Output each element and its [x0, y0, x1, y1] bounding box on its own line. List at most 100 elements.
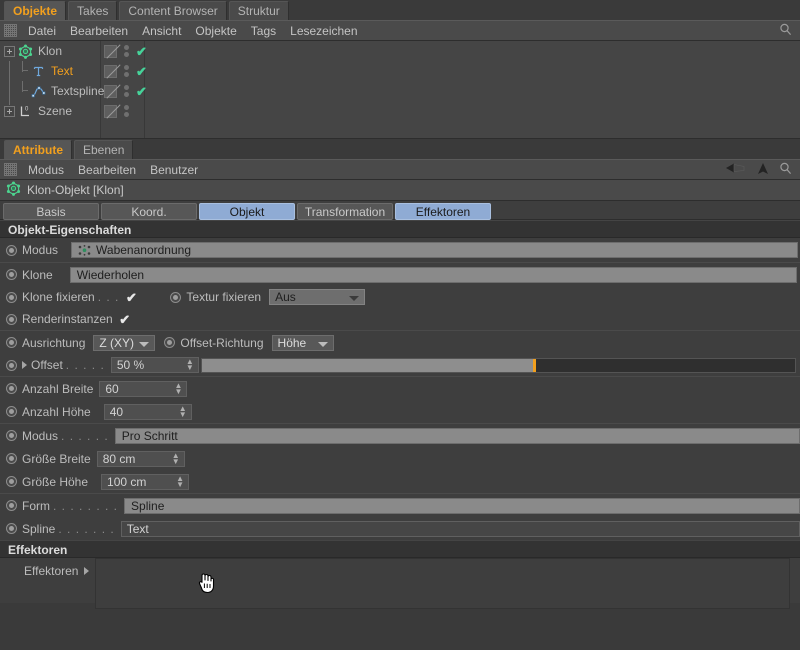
tab-objekt[interactable]: Objekt: [199, 203, 295, 220]
radio-form[interactable]: [6, 500, 17, 511]
slider-handle[interactable]: [532, 358, 536, 372]
tree-row-textspline[interactable]: Textspline ✔: [0, 81, 800, 101]
radio-textur-fixieren[interactable]: [170, 291, 182, 303]
stepper-anzahl-breite[interactable]: ▲ ▼: [174, 381, 182, 395]
radio-offset[interactable]: [6, 359, 17, 371]
expand-arrow-icon[interactable]: [22, 361, 27, 369]
tag-cells-textspline[interactable]: ✔: [104, 81, 147, 101]
menu-modus[interactable]: Modus: [21, 160, 71, 180]
chevron-down-icon: [317, 341, 328, 347]
field-anzahl-breite[interactable]: 60 ▲ ▼: [99, 380, 188, 397]
tab-attribute[interactable]: Attribute: [4, 140, 72, 159]
radio-modus2[interactable]: [6, 430, 17, 441]
row-groesse-breite: Größe Breite 80 cm ▲ ▼: [0, 447, 800, 470]
visibility-dots-icon[interactable]: [124, 85, 129, 97]
field-klone[interactable]: Wiederholen: [69, 266, 797, 283]
expand-toggle-szene[interactable]: [4, 105, 15, 117]
radio-klone-fixieren[interactable]: [6, 291, 17, 303]
field-modus[interactable]: Wabenanordnung: [71, 242, 799, 258]
grip-handle-icon[interactable]: [4, 163, 17, 176]
stepper-anzahl-hoehe[interactable]: ▲ ▼: [179, 404, 187, 418]
grip-handle-icon[interactable]: [4, 24, 17, 37]
dropdown-ausrichtung[interactable]: Z (XY): [93, 334, 156, 351]
value-anzahl-breite: 60: [105, 381, 119, 396]
dropdown-textur-fixieren[interactable]: Aus: [269, 289, 366, 305]
attribute-manager-menubar: Modus Bearbeiten Benutzer: [0, 159, 800, 180]
visibility-dots-icon[interactable]: [124, 45, 129, 57]
radio-ausrichtung[interactable]: [6, 337, 17, 348]
object-tree[interactable]: Klon ✔ Text ✔ Textspline ✔ 0 Szene: [0, 41, 800, 139]
display-tag-icon[interactable]: [104, 44, 117, 58]
visibility-dots-icon[interactable]: [124, 105, 129, 117]
tab-effektoren[interactable]: Effektoren: [395, 203, 491, 220]
enable-check-icon[interactable]: ✔: [136, 45, 147, 58]
menu-ansicht[interactable]: Ansicht: [135, 21, 188, 41]
menu-lesezeichen[interactable]: Lesezeichen: [283, 21, 364, 41]
menu-objekte[interactable]: Objekte: [188, 21, 243, 41]
tree-row-klon[interactable]: Klon ✔: [0, 41, 800, 61]
radio-modus[interactable]: [6, 244, 17, 256]
radio-offset-richtung[interactable]: [164, 337, 176, 348]
display-tag-icon[interactable]: [104, 64, 117, 78]
row-anzahl-hoehe: Anzahl Höhe 40 ▲ ▼: [0, 400, 800, 423]
field-groesse-hoehe[interactable]: 100 cm ▲ ▼: [101, 473, 190, 490]
tree-row-text[interactable]: Text ✔: [0, 61, 800, 81]
tree-row-szene[interactable]: 0 Szene: [0, 101, 800, 121]
tag-cells-text[interactable]: ✔: [104, 61, 147, 81]
field-spline[interactable]: Text: [120, 520, 800, 537]
stepper-groesse-hoehe[interactable]: ▲ ▼: [176, 474, 184, 488]
checkbox-renderinstanzen[interactable]: ✔: [119, 313, 131, 326]
expand-toggle-klon[interactable]: [4, 45, 15, 57]
tab-content-browser[interactable]: Content Browser: [119, 1, 227, 20]
menu-benutzer[interactable]: Benutzer: [143, 160, 205, 180]
display-tag-icon[interactable]: [104, 104, 117, 118]
menu-bearbeiten[interactable]: Bearbeiten: [71, 160, 143, 180]
radio-anzahl-hoehe[interactable]: [6, 406, 17, 417]
stepper-groesse-breite[interactable]: ▲ ▼: [172, 451, 180, 465]
label-renderinstanzen: Renderinstanzen: [22, 312, 113, 326]
enable-check-icon[interactable]: ✔: [136, 65, 147, 78]
tab-takes[interactable]: Takes: [68, 1, 118, 20]
radio-anzahl-breite[interactable]: [6, 383, 17, 394]
back-arrow-icon[interactable]: [725, 162, 747, 178]
tab-transformation[interactable]: Transformation: [297, 203, 393, 220]
radio-groesse-hoehe[interactable]: [6, 476, 17, 487]
stepper-offset[interactable]: ▲ ▼: [186, 358, 194, 372]
tag-cells-szene[interactable]: [104, 101, 129, 121]
display-tag-icon[interactable]: [104, 84, 117, 98]
radio-renderinstanzen[interactable]: [6, 313, 17, 325]
field-groesse-breite[interactable]: 80 cm ▲ ▼: [96, 450, 185, 467]
menu-datei[interactable]: Datei: [21, 21, 63, 41]
tab-struktur[interactable]: Struktur: [228, 1, 289, 20]
tab-koord[interactable]: Koord.: [101, 203, 197, 220]
radio-spline[interactable]: [6, 523, 17, 534]
field-modus2[interactable]: Pro Schritt: [114, 427, 800, 444]
field-form[interactable]: Spline: [124, 497, 800, 514]
visibility-dots-icon[interactable]: [124, 65, 129, 77]
row-ausrichtung: Ausrichtung Z (XY) Offset-Richtung Höhe: [0, 331, 800, 354]
label-anzahl-breite: Anzahl Breite: [22, 381, 94, 396]
section-effektoren: Effektoren: [0, 540, 800, 558]
radio-klone[interactable]: [6, 269, 17, 280]
enable-check-icon[interactable]: ✔: [136, 85, 147, 98]
field-offset[interactable]: 50 % ▲ ▼: [110, 357, 199, 373]
up-arrow-icon[interactable]: [757, 162, 769, 178]
menu-tags[interactable]: Tags: [244, 21, 283, 41]
field-anzahl-hoehe[interactable]: 40 ▲ ▼: [103, 403, 192, 420]
tab-objekte[interactable]: Objekte: [4, 1, 67, 20]
search-icon[interactable]: [779, 162, 792, 178]
expand-arrow-icon[interactable]: [84, 567, 90, 575]
slider-offset[interactable]: [200, 357, 796, 373]
effectors-list[interactable]: [95, 558, 791, 609]
menu-bearbeiten[interactable]: Bearbeiten: [63, 21, 135, 41]
value-textur-fixieren: Aus: [275, 290, 296, 304]
value-groesse-breite: 80 cm: [102, 451, 136, 466]
radio-groesse-breite[interactable]: [6, 453, 17, 464]
tab-basis[interactable]: Basis: [3, 203, 99, 220]
dropdown-offset-richtung[interactable]: Höhe: [271, 334, 334, 351]
value-spline: Text: [126, 521, 149, 536]
tag-cells-klon[interactable]: ✔: [104, 41, 147, 61]
checkbox-klone-fixieren[interactable]: ✔: [125, 291, 137, 304]
tab-ebenen[interactable]: Ebenen: [74, 140, 134, 159]
search-icon[interactable]: [779, 23, 792, 39]
